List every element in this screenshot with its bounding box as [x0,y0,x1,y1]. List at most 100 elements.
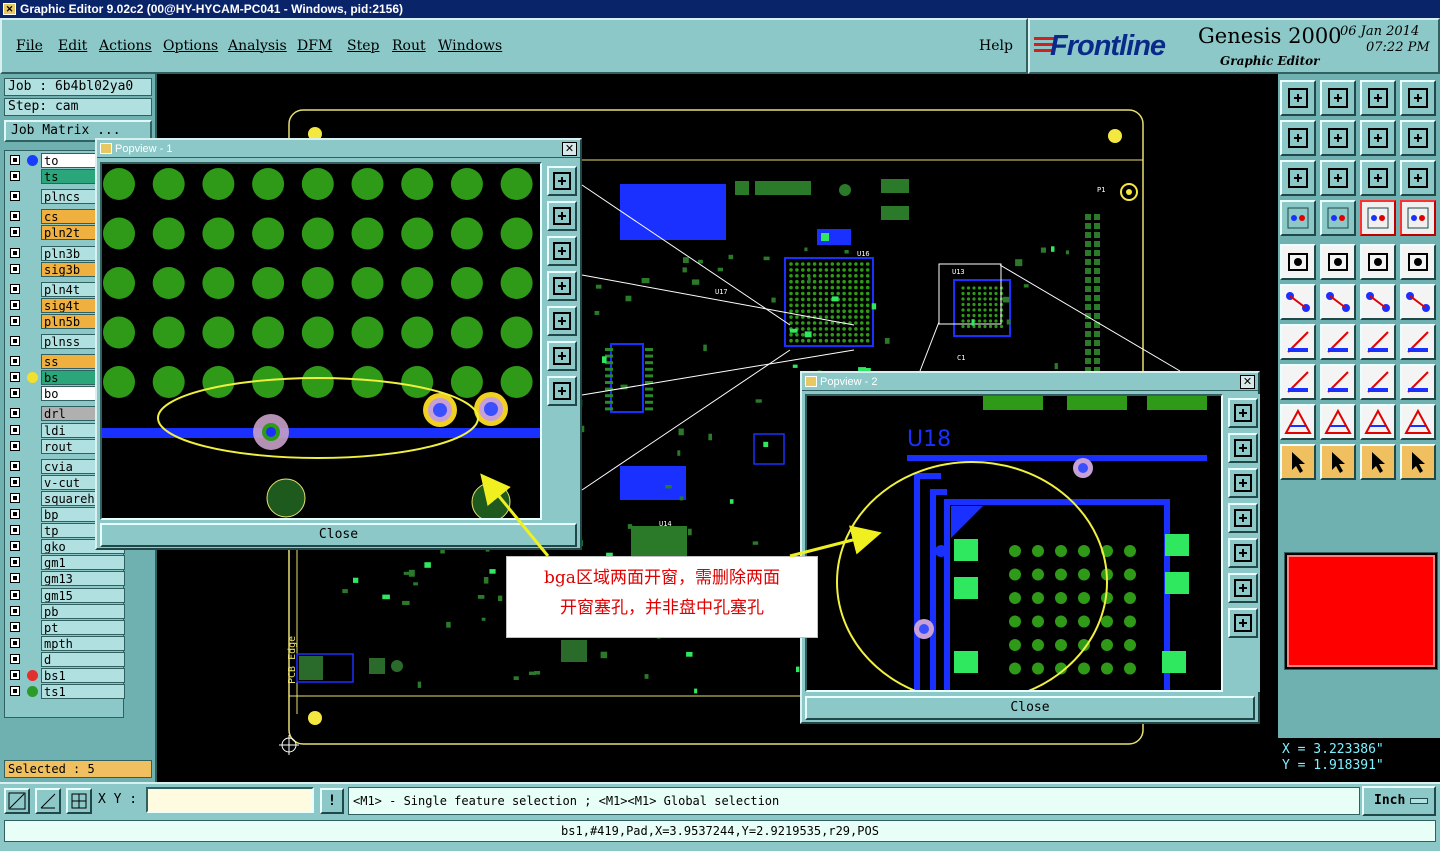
popview-1-center-button[interactable] [547,376,577,406]
layer-color-icon[interactable] [27,686,38,698]
layer-checkbox[interactable] [10,299,20,310]
popview-2-zoom-out-button[interactable] [1228,468,1258,498]
popview-1-view[interactable] [100,162,542,520]
layer-name[interactable]: gm1 [41,555,125,571]
popview-1-titlebar[interactable]: Popview - 1 ✕ [97,140,580,158]
menu-rout[interactable]: Rout [392,38,426,54]
layer-row-ts1[interactable]: ts1 [5,684,125,700]
layer-checkbox[interactable] [10,653,20,664]
arc-tool[interactable] [1360,324,1396,360]
layer-checkbox[interactable] [10,227,20,238]
delete-feature-tool[interactable] [1320,284,1356,320]
layer-checkbox[interactable] [10,424,20,435]
query-tool[interactable] [1400,160,1436,196]
popview-1-zoom-out-button[interactable] [547,236,577,266]
layer-checkbox[interactable] [10,315,20,326]
popview-1-close-button[interactable]: Close [100,523,577,547]
layer-checkbox[interactable] [10,372,20,383]
warning-button[interactable]: ! [320,788,344,814]
popview-2-center-button[interactable] [1228,608,1258,638]
flip-tool[interactable] [1360,120,1396,156]
triangle-c-tool[interactable] [1360,404,1396,440]
popview-1-close-icon[interactable]: ✕ [562,142,577,156]
layer-checkbox[interactable] [10,408,20,419]
layer-checkbox[interactable] [10,356,20,367]
layer-checkbox[interactable] [10,283,20,294]
layer-color-icon[interactable] [27,155,38,166]
layer-checkbox[interactable] [10,336,20,346]
layer-checkbox[interactable] [10,247,20,258]
add-pad-tool[interactable] [1280,244,1316,280]
pointer-net-tool[interactable] [1400,444,1436,480]
popview-2-titlebar[interactable]: Popview - 2 ✕ [802,373,1258,391]
menu-actions[interactable]: Actions [99,38,152,54]
popview-2-zoom-in-button[interactable] [1228,398,1258,428]
layer-checkbox[interactable] [10,525,20,536]
layer-checkbox[interactable] [10,440,20,451]
pad-select-tool[interactable] [1280,364,1316,400]
popview-2-close-button[interactable]: Close [805,696,1255,720]
layer-checkbox[interactable] [10,211,20,222]
zoom-window-tool[interactable] [1360,364,1396,400]
add-surface-tool[interactable] [1400,244,1436,280]
popview-1[interactable]: Popview - 1 ✕ Close [95,138,582,550]
layer-checkbox[interactable] [10,476,20,487]
popview-2-pan-left-button[interactable] [1228,503,1258,533]
layer-checkbox[interactable] [10,637,20,648]
layer-name[interactable]: mpth [41,635,125,651]
group-tool[interactable] [1400,364,1436,400]
pointer-cross-tool[interactable] [1360,444,1396,480]
popview-1-zoom-in-button[interactable] [547,166,577,196]
popview-2-close-icon[interactable]: ✕ [1240,375,1255,389]
layer-checkbox[interactable] [10,621,20,632]
layer-checkbox[interactable] [10,263,20,274]
layer-row-d[interactable]: d [5,651,125,667]
layer-color-icon[interactable] [27,670,38,681]
layer-name[interactable]: gm15 [41,587,125,603]
fit-view-tool[interactable] [1280,160,1316,196]
zoom-center-tool[interactable] [1320,160,1356,196]
xy-input[interactable] [146,787,314,813]
draw-angle-tool[interactable] [1280,324,1316,360]
menu-options[interactable]: Options [163,38,218,54]
pan-right-tool[interactable] [1320,120,1356,156]
popview-2-fit-button[interactable] [1228,573,1258,603]
layer-checkbox[interactable] [10,388,20,399]
layer-row-bs1[interactable]: bs1 [5,668,125,683]
layer-color-icon[interactable] [27,372,38,384]
measure-button[interactable] [35,788,61,814]
layer-row-pt[interactable]: pt [5,619,125,635]
menu-step[interactable]: Step [347,38,379,54]
layer-name[interactable]: ts1 [41,684,125,700]
move-feature-tool[interactable] [1360,284,1396,320]
layer-row-mpth[interactable]: mpth [5,635,125,651]
layer-checkbox[interactable] [10,155,20,165]
popview-1-fit-button[interactable] [547,341,577,371]
menu-help[interactable]: Help [979,38,1013,54]
menu-dfm[interactable]: DFM [297,38,332,54]
layer-checkbox[interactable] [10,492,20,503]
layer-select-1-tool[interactable] [1360,200,1396,236]
ratio-1-2-tool[interactable] [1360,160,1396,196]
resize-feature-tool[interactable] [1400,284,1436,320]
layer-checkbox[interactable] [10,686,20,697]
layer-name[interactable]: d [41,651,125,667]
menu-analysis[interactable]: Analysis [228,38,287,54]
layer-checkbox[interactable] [10,541,20,552]
grid-button[interactable] [66,788,92,814]
layer-checkbox[interactable] [10,605,20,616]
popview-1-pan-left-button[interactable] [547,271,577,301]
menu-file[interactable]: File [16,38,43,54]
ruler-tool[interactable] [1360,244,1396,280]
home-view-tool[interactable] [1360,80,1396,116]
snap-tool[interactable] [1280,200,1316,236]
line-break-tool[interactable] [1320,364,1356,400]
layer-checkbox[interactable] [10,573,20,584]
arrange-tool[interactable] [1400,324,1436,360]
layer-name[interactable]: pb [41,603,125,619]
draw-slash-tool[interactable] [1320,324,1356,360]
zoom-home-tool[interactable] [1280,80,1316,116]
layer-row-gm15[interactable]: gm15 [5,587,125,603]
menu-windows[interactable]: Windows [438,38,502,54]
popview-2-view[interactable]: U18 [805,394,1223,692]
